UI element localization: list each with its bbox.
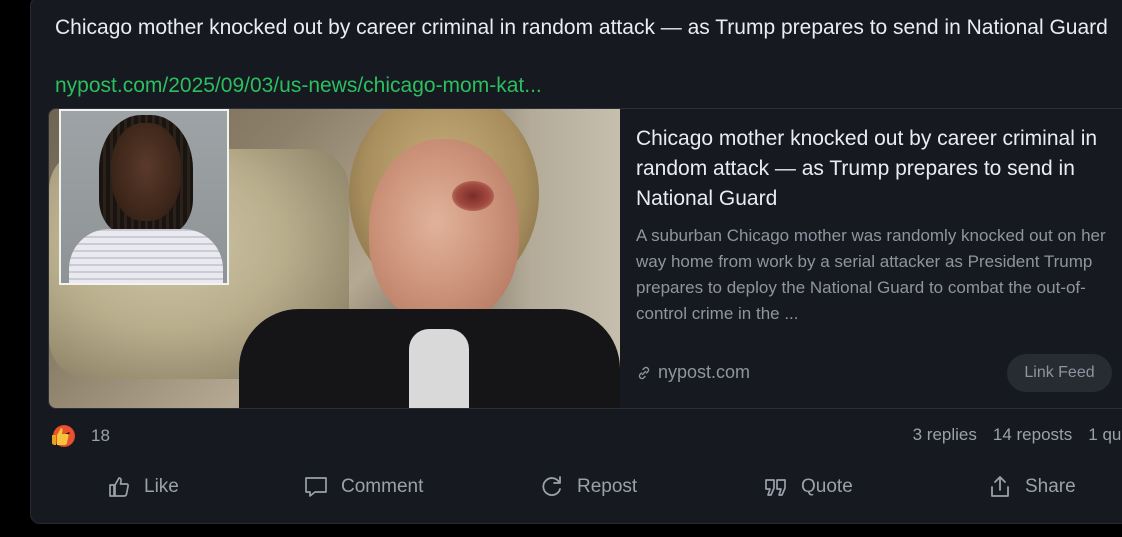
bruise-shape (452, 181, 494, 211)
post-headline: Chicago mother knocked out by career cri… (55, 16, 1108, 39)
quotes-count[interactable]: 1 quote (1088, 425, 1122, 445)
replies-count[interactable]: 3 replies (913, 425, 977, 445)
shirt-shape (409, 329, 469, 408)
comment-label: Comment (341, 476, 424, 497)
comment-button[interactable]: Comment (303, 467, 423, 507)
reaction-count: 18 (91, 426, 110, 445)
link-preview-image (49, 109, 620, 408)
woman-face-shape (369, 139, 519, 324)
thumbs-up-icon (109, 477, 129, 497)
like-label: Like (144, 476, 179, 497)
thumbs-up-reaction-icon (49, 425, 71, 447)
repost-button[interactable]: Repost (539, 467, 637, 507)
reposts-count[interactable]: 14 reposts (993, 425, 1072, 445)
like-button[interactable]: Like (106, 467, 179, 507)
link-preview-description: A suburban Chicago mother was randomly k… (636, 226, 1106, 323)
post-card: Chicago mother knocked out by career cri… (30, 0, 1122, 524)
post-actions-bar: Like Comment Repost Quote Share (31, 467, 1122, 507)
engagement-counts: 3 replies 14 reposts 1 quote (913, 425, 1122, 445)
share-icon (991, 476, 1009, 497)
share-label: Share (1025, 476, 1076, 497)
mugshot-inset (59, 109, 229, 285)
domain-label: nypost.com (658, 362, 751, 382)
post-stats: 18 3 replies 14 reposts 1 quote (52, 425, 1122, 455)
mugshot-head-shape (111, 123, 181, 221)
mugshot-shirt-shape (69, 229, 223, 283)
comment-icon (305, 477, 327, 497)
quote-button[interactable]: Quote (763, 467, 853, 507)
link-icon (638, 366, 650, 379)
link-feed-button[interactable]: Link Feed (1007, 354, 1112, 392)
quote-icon (765, 479, 786, 496)
post-url-link[interactable]: nypost.com/2025/09/03/us-news/chicago-mo… (55, 73, 542, 99)
link-preview-text: Chicago mother knocked out by career cri… (636, 124, 1116, 327)
share-button[interactable]: Share (987, 467, 1076, 507)
link-preview-domain[interactable]: nypost.com (636, 362, 750, 383)
reactions-summary[interactable]: 18 (52, 425, 110, 447)
repost-icon (542, 476, 561, 496)
repost-label: Repost (577, 476, 638, 497)
quote-label: Quote (801, 476, 853, 497)
link-preview-title[interactable]: Chicago mother knocked out by career cri… (636, 124, 1116, 214)
link-preview-card[interactable]: Chicago mother knocked out by career cri… (48, 108, 1122, 409)
